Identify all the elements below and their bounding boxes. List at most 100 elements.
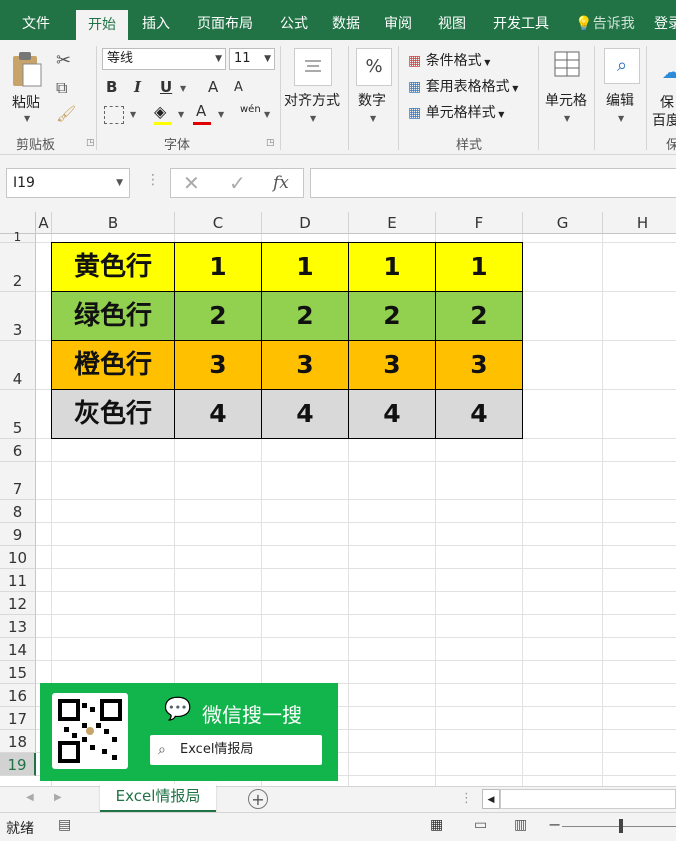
alignment-button[interactable]: [294, 48, 332, 86]
row-header[interactable]: 9: [0, 523, 36, 546]
column-header[interactable]: H: [603, 212, 676, 234]
chevron-down-icon[interactable]: ▼: [618, 114, 624, 123]
horizontal-scrollbar[interactable]: [500, 789, 676, 809]
ad-search-box[interactable]: ⌕ Excel情报局: [150, 735, 322, 765]
tab-insert[interactable]: 插入: [134, 0, 178, 40]
row-header[interactable]: 10: [0, 546, 36, 569]
value-cell[interactable]: 4: [261, 389, 349, 439]
chevron-down-icon[interactable]: ▼: [370, 114, 376, 123]
page-break-view-icon[interactable]: ▥: [514, 817, 527, 833]
column-header[interactable]: B: [52, 212, 175, 234]
value-cell[interactable]: 3: [261, 340, 349, 390]
tell-me-box[interactable]: 💡告诉我: [568, 0, 642, 40]
chevron-down-icon[interactable]: ▼: [180, 84, 186, 93]
row-header[interactable]: 2: [0, 243, 36, 292]
row-header-selected[interactable]: 19: [0, 753, 36, 776]
row-header[interactable]: 16: [0, 684, 36, 707]
chevron-down-icon[interactable]: ▼: [310, 114, 316, 123]
chevron-down-icon[interactable]: ▼: [178, 110, 184, 119]
search-icon[interactable]: ⌕: [604, 48, 640, 84]
signin-link[interactable]: 登录: [648, 0, 676, 40]
chevron-down-icon[interactable]: ▼: [564, 114, 570, 123]
value-cell[interactable]: 1: [348, 242, 436, 292]
cloud-icon[interactable]: ☁: [662, 62, 676, 83]
row-header[interactable]: 4: [0, 341, 36, 390]
normal-view-icon[interactable]: ▦: [430, 817, 443, 833]
chevron-down-icon[interactable]: ▼: [264, 110, 270, 119]
zoom-slider-thumb[interactable]: [619, 819, 623, 833]
row-header[interactable]: 5: [0, 390, 36, 439]
row-header[interactable]: 6: [0, 439, 36, 462]
conditional-formatting-button[interactable]: ▦ 条件格式 ▼: [408, 50, 490, 70]
hscroll-left-button[interactable]: ◀: [482, 789, 500, 809]
chevron-down-icon[interactable]: ▼: [130, 110, 136, 119]
format-painter-icon[interactable]: 🖌: [56, 104, 76, 123]
clipboard-launcher-icon[interactable]: ◳: [86, 138, 95, 148]
column-header[interactable]: F: [436, 212, 523, 234]
column-header[interactable]: C: [175, 212, 262, 234]
value-cell[interactable]: 1: [435, 242, 523, 292]
row-label-cell[interactable]: 灰色行: [51, 389, 175, 439]
value-cell[interactable]: 1: [174, 242, 262, 292]
row-header[interactable]: 18: [0, 730, 36, 753]
paste-button[interactable]: [10, 50, 46, 90]
tab-data[interactable]: 数据: [324, 0, 368, 40]
scroll-left-icon[interactable]: ◀: [26, 792, 34, 803]
formula-input[interactable]: [310, 168, 676, 198]
value-cell[interactable]: 2: [174, 291, 262, 341]
sheet-tab[interactable]: Excel情报局: [100, 784, 216, 812]
bold-button[interactable]: B: [106, 78, 117, 96]
column-header[interactable]: D: [262, 212, 349, 234]
row-header[interactable]: 7: [0, 462, 36, 500]
macro-record-icon[interactable]: ▤: [58, 817, 71, 833]
value-cell[interactable]: 3: [174, 340, 262, 390]
chevron-down-icon[interactable]: ▼: [24, 114, 30, 123]
copy-icon[interactable]: ⧉: [56, 78, 67, 98]
phonetic-button[interactable]: wén: [240, 104, 261, 115]
add-sheet-button[interactable]: +: [248, 789, 268, 809]
row-header[interactable]: 15: [0, 661, 36, 684]
value-cell[interactable]: 4: [348, 389, 436, 439]
drag-handle-icon[interactable]: ⋮: [460, 791, 473, 806]
column-header[interactable]: E: [349, 212, 436, 234]
cell-styles-button[interactable]: ▦ 单元格样式 ▼: [408, 102, 504, 122]
value-cell[interactable]: 2: [261, 291, 349, 341]
tab-file[interactable]: 文件: [8, 0, 64, 40]
italic-button[interactable]: I: [134, 78, 141, 96]
zoom-out-icon[interactable]: −: [548, 815, 561, 834]
page-layout-view-icon[interactable]: ▭: [474, 817, 487, 833]
tab-review[interactable]: 审阅: [376, 0, 420, 40]
row-header[interactable]: 3: [0, 292, 36, 341]
insert-function-button[interactable]: fx: [273, 173, 289, 193]
cancel-icon[interactable]: ✕: [183, 171, 200, 195]
row-header[interactable]: 8: [0, 500, 36, 523]
cut-icon[interactable]: ✂: [56, 50, 71, 71]
tab-formulas[interactable]: 公式: [272, 0, 316, 40]
font-color-button[interactable]: A: [196, 102, 206, 120]
number-format-button[interactable]: %: [356, 48, 392, 86]
row-header[interactable]: 1: [0, 231, 36, 243]
row-header[interactable]: 11: [0, 569, 36, 592]
chevron-down-icon[interactable]: ▼: [218, 110, 224, 119]
value-cell[interactable]: 1: [261, 242, 349, 292]
font-size-combo[interactable]: 11 ▼: [229, 48, 275, 70]
row-label-cell[interactable]: 橙色行: [51, 340, 175, 390]
tab-view[interactable]: 视图: [430, 0, 474, 40]
value-cell[interactable]: 2: [435, 291, 523, 341]
row-header[interactable]: 14: [0, 638, 36, 661]
tab-home[interactable]: 开始: [76, 10, 128, 40]
fill-color-icon[interactable]: ◈: [154, 102, 166, 121]
enter-icon[interactable]: ✓: [229, 171, 246, 195]
row-label-cell[interactable]: 绿色行: [51, 291, 175, 341]
drag-handle-icon[interactable]: ⋮: [146, 172, 160, 188]
cells-button[interactable]: [552, 48, 582, 80]
shrink-font-button[interactable]: A: [234, 80, 243, 95]
row-header[interactable]: 12: [0, 592, 36, 615]
scroll-right-icon[interactable]: ▶: [54, 792, 62, 803]
format-as-table-button[interactable]: ▦ 套用表格格式 ▼: [408, 76, 518, 96]
row-label-cell[interactable]: 黄色行: [51, 242, 175, 292]
border-icon[interactable]: [104, 106, 124, 124]
value-cell[interactable]: 2: [348, 291, 436, 341]
font-launcher-icon[interactable]: ◳: [266, 138, 275, 148]
value-cell[interactable]: 3: [435, 340, 523, 390]
